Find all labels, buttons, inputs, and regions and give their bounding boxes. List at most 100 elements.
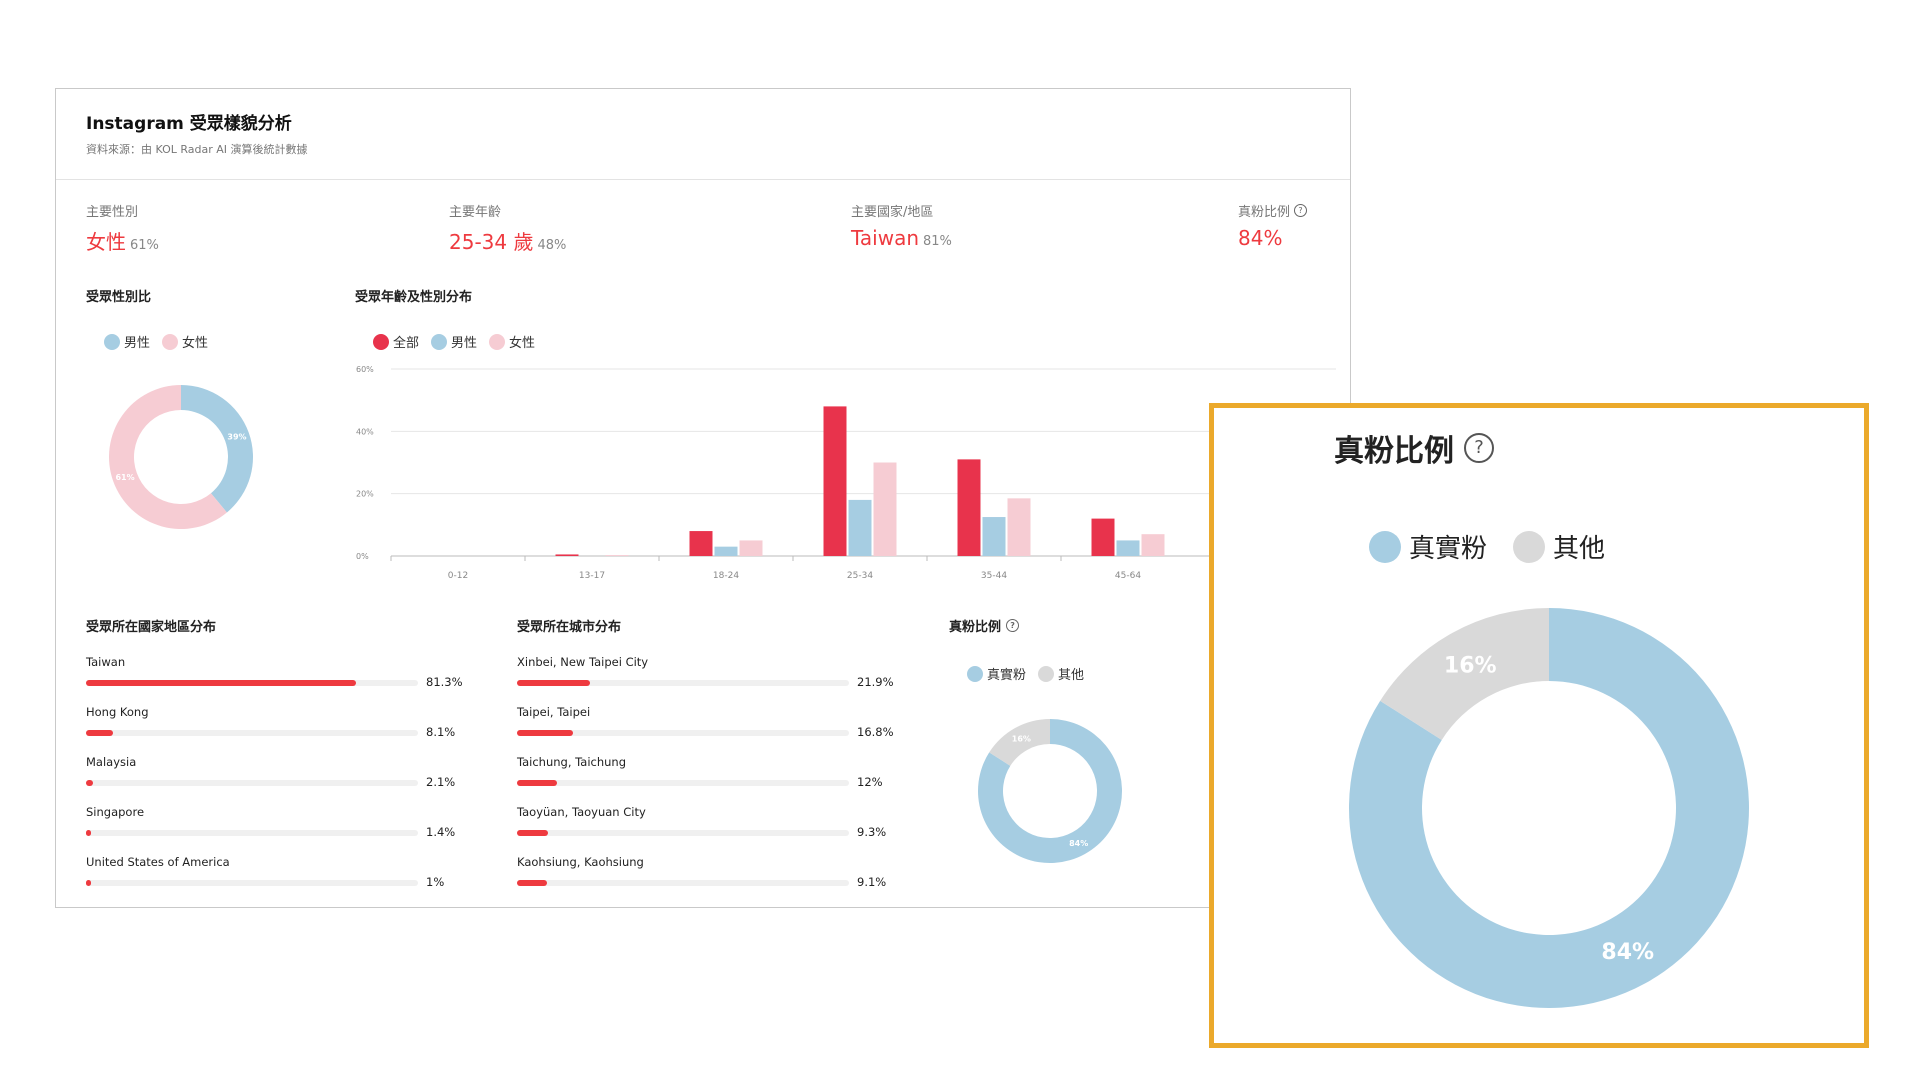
city-track xyxy=(517,830,849,836)
country-track xyxy=(86,880,418,886)
city-section-title: 受眾所在城市分布 xyxy=(517,620,622,635)
city-track xyxy=(517,680,849,686)
popup-legend-label-other: 其他 xyxy=(1553,534,1606,564)
bar-35-44-1[interactable] xyxy=(982,517,1006,556)
bar-13-17-0[interactable] xyxy=(555,554,579,556)
legend-item-age-female[interactable]: 女性 xyxy=(489,332,535,351)
kpi-age-pct: 48% xyxy=(537,238,567,253)
bar-25-34-2[interactable] xyxy=(873,462,897,557)
legend-item-all[interactable]: 全部 xyxy=(373,332,419,351)
country-track xyxy=(86,730,418,736)
legend-label-all: 全部 xyxy=(393,336,420,351)
legend-item-other[interactable]: 其他 xyxy=(1038,664,1084,683)
legend-label-other: 其他 xyxy=(1058,668,1085,683)
city-value: 21.9% xyxy=(857,675,894,689)
bar-18-24-2[interactable] xyxy=(739,540,763,556)
legend-label-female: 女性 xyxy=(182,336,209,351)
country-row: Malaysia 2.1% xyxy=(86,755,466,805)
legend-dot-age-male xyxy=(431,333,448,350)
help-icon[interactable]: ? xyxy=(1294,204,1308,217)
country-fill xyxy=(86,780,93,786)
card-title: Instagram 受眾樣貌分析 xyxy=(86,114,292,134)
bar-45-64-0[interactable] xyxy=(1091,518,1115,556)
kpi-gender-main: 女性 xyxy=(86,230,126,254)
legend-item-age-male[interactable]: 男性 xyxy=(431,332,477,351)
legend-label-age-male: 男性 xyxy=(451,336,478,351)
kpi-gender-pct: 61% xyxy=(130,238,159,253)
country-value: 81.3% xyxy=(426,675,463,689)
country-fill xyxy=(86,830,91,836)
city-name: Xinbei, New Taipei City xyxy=(517,655,649,669)
city-value: 9.1% xyxy=(857,875,887,889)
city-value: 12% xyxy=(857,775,883,789)
city-value: 9.3% xyxy=(857,825,887,839)
country-row: Hong Kong 8.1% xyxy=(86,705,466,755)
legend-item-male[interactable]: 男性 xyxy=(104,332,150,351)
help-icon[interactable]: ? xyxy=(1006,619,1020,632)
legend-dot-real xyxy=(967,665,983,682)
gender-donut-chart: 39% 61% xyxy=(109,385,253,529)
popup-title-row: 真粉比例? xyxy=(1334,426,1494,470)
gender-slice-label-1: 61% xyxy=(115,473,134,482)
kpi-real: 真粉比例? 84% xyxy=(1238,201,1308,250)
x-tick-label: 13-17 xyxy=(579,571,605,581)
city-fill xyxy=(517,830,548,836)
city-track xyxy=(517,780,849,786)
real-slice-label-0: 84% xyxy=(1069,839,1088,848)
bar-18-24-1[interactable] xyxy=(714,546,738,556)
country-name: Singapore xyxy=(86,805,145,819)
kpi-age-label: 主要年齡 xyxy=(449,205,502,220)
legend-label-real: 真實粉 xyxy=(987,668,1027,683)
gender-legend: 男性 女性 xyxy=(104,332,208,351)
country-value: 1.4% xyxy=(426,825,456,839)
popup-donut-chart: 84% 16% xyxy=(1349,608,1749,1008)
gender-section-title: 受眾性別比 xyxy=(86,290,152,305)
country-row: Taiwan 81.3% xyxy=(86,655,466,705)
kpi-gender-value: 女性 61% xyxy=(86,226,159,255)
help-icon[interactable]: ? xyxy=(1464,433,1494,463)
gender-slice-0[interactable] xyxy=(181,385,253,513)
bar-45-64-1[interactable] xyxy=(1116,540,1140,556)
city-row: Kaohsiung, Kaohsiung 9.1% xyxy=(517,855,897,905)
city-name: Kaohsiung, Kaohsiung xyxy=(517,855,644,869)
country-track xyxy=(86,780,418,786)
bar-35-44-2[interactable] xyxy=(1007,498,1031,556)
x-tick-label: 18-24 xyxy=(713,571,739,581)
bar-35-44-0[interactable] xyxy=(957,459,981,556)
city-row: Xinbei, New Taipei City 21.9% xyxy=(517,655,897,705)
popup-legend-item-other[interactable]: 其他 xyxy=(1513,528,1605,565)
city-name: Taipei, Taipei xyxy=(517,705,591,719)
kpi-country-value: Taiwan 81% xyxy=(851,226,952,250)
legend-dot-male xyxy=(104,333,120,350)
city-track xyxy=(517,880,849,886)
real-legend: 真實粉 其他 xyxy=(967,664,1084,683)
x-tick-label: 45-64 xyxy=(1115,571,1141,581)
city-row: Taichung, Taichung 12% xyxy=(517,755,897,805)
legend-item-female[interactable]: 女性 xyxy=(162,332,208,351)
bar-25-34-1[interactable] xyxy=(848,499,872,556)
popup-slice-label-1: 16% xyxy=(1444,653,1497,678)
kpi-age-main: 25-34 歲 xyxy=(449,230,534,254)
y-tick-label: 20% xyxy=(356,490,374,499)
city-name: Taichung, Taichung xyxy=(517,755,627,769)
bar-13-17-2[interactable] xyxy=(605,555,629,556)
kpi-age-value: 25-34 歲 48% xyxy=(449,226,566,255)
popup-legend-item-real[interactable]: 真實粉 xyxy=(1369,528,1487,565)
country-fill xyxy=(86,680,356,686)
popup-legend-label-real: 真實粉 xyxy=(1409,534,1488,564)
bar-25-34-0[interactable] xyxy=(823,406,847,556)
country-bar-list: Taiwan 81.3% Hong Kong 8.1% Malaysia 2.1% Sing… xyxy=(86,655,466,905)
city-fill xyxy=(517,730,573,736)
country-row: Singapore 1.4% xyxy=(86,805,466,855)
legend-item-real[interactable]: 真實粉 xyxy=(967,664,1026,683)
popup-title: 真粉比例 xyxy=(1334,434,1454,469)
x-tick-label: 25-34 xyxy=(847,571,873,581)
city-value: 16.8% xyxy=(857,725,894,739)
bar-45-64-2[interactable] xyxy=(1141,534,1165,556)
legend-dot-other xyxy=(1038,665,1055,682)
card-subtitle: 資料來源：由 KOL Radar AI 演算後統計數據 xyxy=(86,143,308,156)
bar-18-24-0[interactable] xyxy=(689,531,713,556)
y-tick-label: 60% xyxy=(356,365,374,374)
y-tick-label: 40% xyxy=(356,427,374,436)
popup-slice-label-0: 84% xyxy=(1601,940,1654,965)
